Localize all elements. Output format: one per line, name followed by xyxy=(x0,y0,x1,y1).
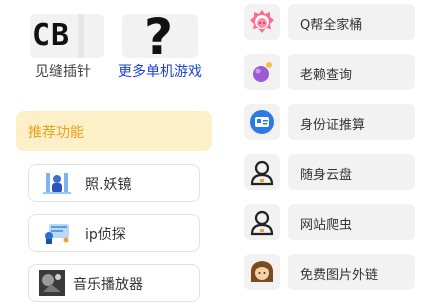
list-item-label: Q帮全家桶 xyxy=(300,18,363,33)
recommend-header: 推荐功能 xyxy=(16,111,212,151)
feature-label: 照.妖镜 xyxy=(85,177,132,193)
list-item-id-calc[interactable]: 身份证推算 xyxy=(288,104,415,140)
pink-pig-icon[interactable] xyxy=(244,4,280,40)
feature-label: 音乐播放器 xyxy=(73,277,143,293)
list-item-label: 身份证推算 xyxy=(300,118,366,133)
list-item-label: 老赖查询 xyxy=(300,68,353,83)
user-outline-icon[interactable] xyxy=(244,154,280,190)
list-item-image-hosting[interactable]: 免费图片外链 xyxy=(288,254,415,290)
purple-bubble-icon[interactable] xyxy=(244,54,280,90)
list-item-label: 随身云盘 xyxy=(300,168,353,183)
list-item-label: 网站爬虫 xyxy=(300,218,353,233)
tile-divider xyxy=(78,14,84,58)
music-player-icon xyxy=(39,270,67,296)
ip-detective-icon xyxy=(43,221,71,245)
user-outline-icon[interactable] xyxy=(244,204,280,240)
tile-label-jianfeng[interactable]: 见缝插针 xyxy=(35,61,91,81)
list-item-qbang[interactable]: Q帮全家桶 xyxy=(288,4,415,40)
cb-logo-icon: CB xyxy=(32,18,71,53)
question-mark-icon: ? xyxy=(144,8,174,66)
list-item-web-crawler[interactable]: 网站爬虫 xyxy=(288,204,415,240)
feature-button-mirror[interactable]: 照.妖镜 xyxy=(28,164,200,202)
feature-label: ip侦探 xyxy=(85,227,126,243)
girl-avatar-icon[interactable] xyxy=(244,254,280,290)
list-item-label: 免费图片外链 xyxy=(300,268,379,283)
list-item-cloud-disk[interactable]: 随身云盘 xyxy=(288,154,415,190)
feature-button-ip-detective[interactable]: ip侦探 xyxy=(28,214,200,252)
list-item-laolai[interactable]: 老赖查询 xyxy=(288,54,415,90)
recommend-title: 推荐功能 xyxy=(28,125,84,141)
more-games-tile[interactable]: ? xyxy=(122,8,198,66)
more-games-link[interactable]: 更多单机游戏 xyxy=(118,61,202,81)
id-card-icon[interactable] xyxy=(244,104,280,140)
cb-tile[interactable]: CB xyxy=(30,14,104,58)
mirror-scan-icon xyxy=(43,171,71,195)
feature-button-music-player[interactable]: 音乐播放器 xyxy=(28,264,200,302)
